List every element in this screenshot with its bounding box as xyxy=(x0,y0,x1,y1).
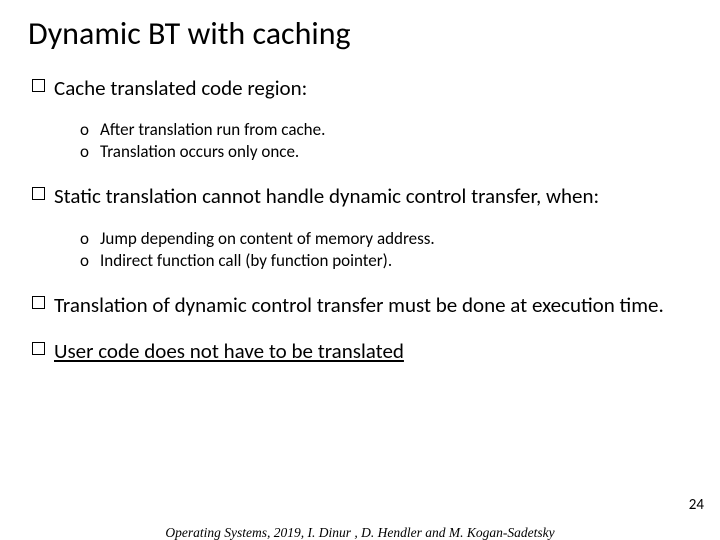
bullet-list: User code does not have to be translated xyxy=(28,338,692,364)
bullet-item: Translation of dynamic control transfer … xyxy=(32,292,692,318)
bullet-item: Cache translated code region: xyxy=(32,75,692,101)
bullet-text: User code does not have to be translated xyxy=(54,338,404,364)
bullet-block-3: User code does not have to be translated xyxy=(28,338,692,364)
sub-item: o After translation run from cache. xyxy=(80,119,692,141)
sub-item: o Jump depending on content of memory ad… xyxy=(80,228,692,250)
bullet-item: Static translation cannot handle dynamic… xyxy=(32,183,692,209)
sub-item: o Translation occurs only once. xyxy=(80,141,692,163)
bullet-text: Cache translated code region: xyxy=(54,75,307,101)
bullet-block-2: Translation of dynamic control transfer … xyxy=(28,292,692,318)
sub-list: o After translation run from cache. o Tr… xyxy=(28,119,692,163)
bullet-list: Static translation cannot handle dynamic… xyxy=(28,183,692,209)
bullet-list: Translation of dynamic control transfer … xyxy=(28,292,692,318)
bullet-block-0: Cache translated code region: o After tr… xyxy=(28,75,692,163)
circle-bullet-icon: o xyxy=(80,141,89,163)
sub-text: Translation occurs only once. xyxy=(100,141,299,162)
bullet-text: Translation of dynamic control transfer … xyxy=(54,292,664,318)
circle-bullet-icon: o xyxy=(80,119,89,141)
sub-text: Indirect function call (by function poin… xyxy=(100,250,392,271)
square-bullet-icon xyxy=(32,187,45,200)
sub-text: Jump depending on content of memory addr… xyxy=(100,228,435,249)
bullet-text: Static translation cannot handle dynamic… xyxy=(54,183,599,209)
page-number: 24 xyxy=(689,496,704,514)
sub-text: After translation run from cache. xyxy=(100,119,325,140)
footer-text: Operating Systems, 2019, I. Dinur , D. H… xyxy=(0,525,720,540)
bullet-block-1: Static translation cannot handle dynamic… xyxy=(28,183,692,271)
sub-list: o Jump depending on content of memory ad… xyxy=(28,228,692,272)
square-bullet-icon xyxy=(32,296,45,309)
square-bullet-icon xyxy=(32,79,45,92)
slide-title: Dynamic BT with caching xyxy=(28,14,692,53)
bullet-item: User code does not have to be translated xyxy=(32,338,692,364)
circle-bullet-icon: o xyxy=(80,250,89,272)
square-bullet-icon xyxy=(32,342,45,355)
sub-item: o Indirect function call (by function po… xyxy=(80,250,692,272)
slide: Dynamic BT with caching Cache translated… xyxy=(0,0,720,540)
circle-bullet-icon: o xyxy=(80,228,89,250)
bullet-list: Cache translated code region: xyxy=(28,75,692,101)
